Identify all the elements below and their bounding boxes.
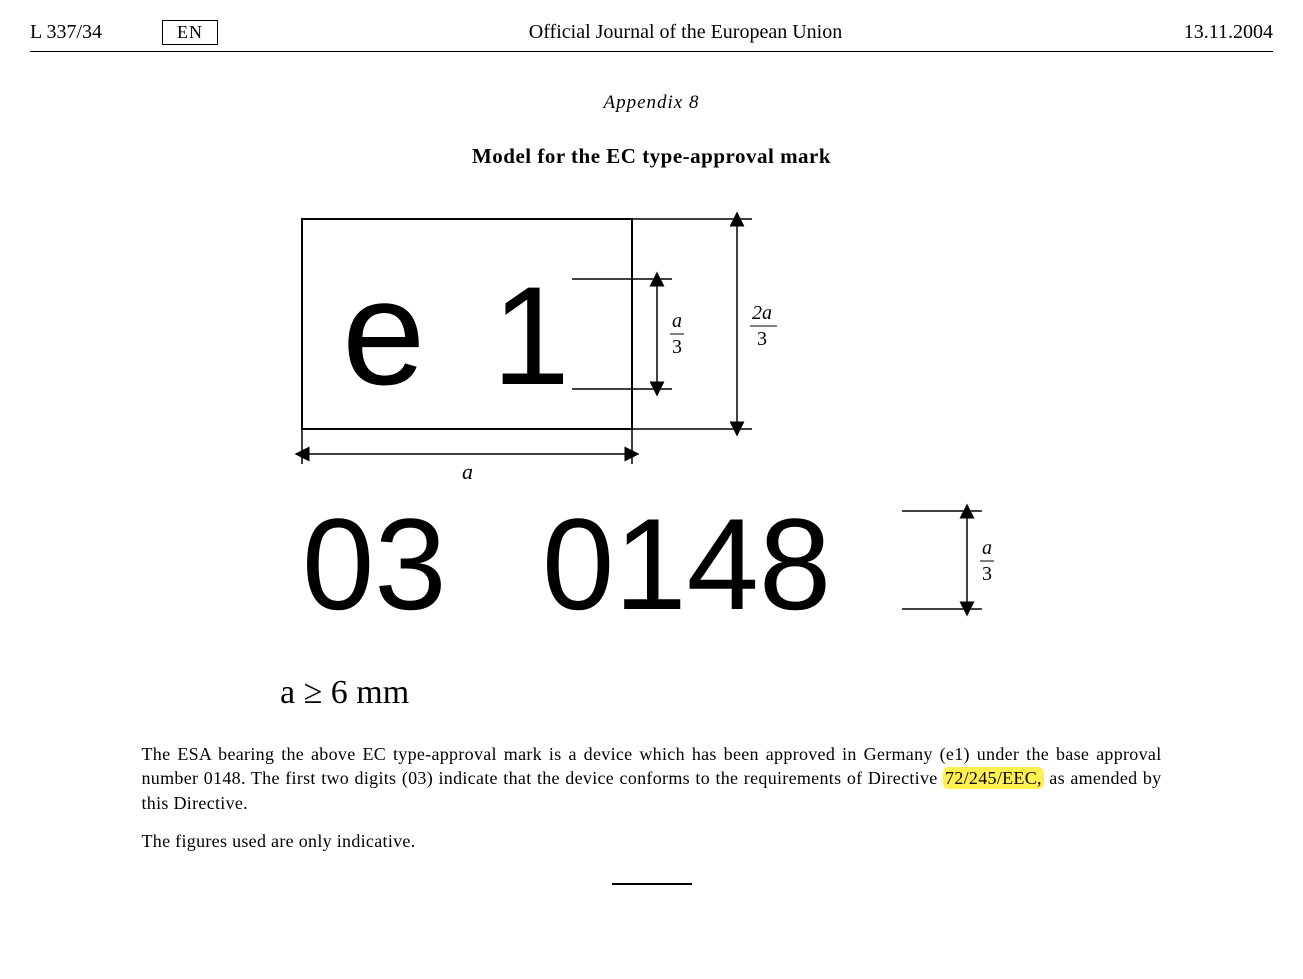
header-rule bbox=[30, 51, 1273, 52]
journal-title: Official Journal of the European Union bbox=[218, 21, 1153, 44]
dimension-constraint: a ≥ 6 mm bbox=[280, 674, 1273, 712]
section-title: Model for the EC type-approval mark bbox=[30, 144, 1273, 169]
approval-number-part1: 03 bbox=[302, 491, 447, 637]
language-box: EN bbox=[162, 20, 218, 45]
svg-text:a: a bbox=[462, 459, 473, 484]
section-end-rule bbox=[612, 883, 692, 885]
svg-text:a: a bbox=[672, 310, 682, 332]
svg-text:3: 3 bbox=[982, 563, 992, 585]
svg-text:3: 3 bbox=[757, 328, 767, 350]
page-reference: L 337/34 bbox=[30, 21, 102, 44]
mark-country-number: 1 bbox=[492, 257, 570, 414]
paragraph-2: The figures used are only indicative. bbox=[142, 829, 1162, 853]
appendix-label: Appendix 8 bbox=[30, 92, 1273, 114]
approval-number-part2: 0148 bbox=[542, 491, 831, 637]
svg-text:2a: 2a bbox=[752, 302, 772, 324]
page-header: L 337/34 EN Official Journal of the Euro… bbox=[30, 20, 1273, 51]
type-approval-mark-diagram: e 1 a 3 2a 3 a 03 0148 bbox=[282, 209, 1022, 644]
svg-text:a: a bbox=[982, 537, 992, 559]
paragraph-1: The ESA bearing the above EC type-approv… bbox=[142, 742, 1162, 815]
mark-letter: e bbox=[342, 248, 425, 416]
directive-reference-highlight: 72/245/EEC, bbox=[943, 767, 1044, 789]
explanatory-text: The ESA bearing the above EC type-approv… bbox=[142, 742, 1162, 853]
publication-date: 13.11.2004 bbox=[1153, 21, 1273, 44]
svg-text:3: 3 bbox=[672, 336, 682, 358]
